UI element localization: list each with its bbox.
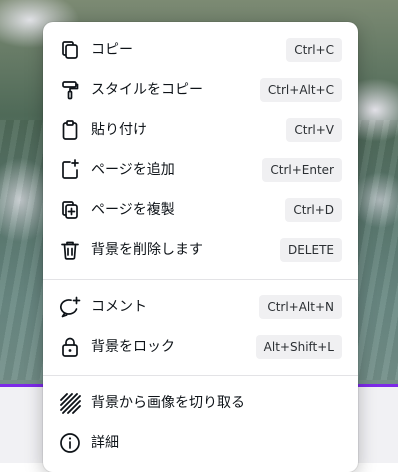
- menu-item-label: コメント: [91, 299, 147, 315]
- duplicate-page-icon: [58, 198, 82, 222]
- menu-item-label: コピー: [91, 42, 133, 58]
- shortcut-badge: Ctrl+Enter: [262, 158, 342, 182]
- menu-item-copy[interactable]: コピー Ctrl+C: [43, 30, 358, 70]
- shortcut-badge: Alt+Shift+L: [255, 335, 342, 359]
- menu-item-label: ページを追加: [91, 162, 175, 178]
- menu-divider: [43, 279, 358, 280]
- menu-item-label: 貼り付け: [91, 122, 147, 138]
- menu-item-comment[interactable]: コメント Ctrl+Alt+N: [43, 287, 358, 327]
- menu-item-label: ページを複製: [91, 202, 175, 218]
- menu-divider: [43, 375, 358, 376]
- paint-roller-icon: [58, 78, 82, 102]
- copy-icon: [58, 38, 82, 62]
- menu-item-label: 詳細: [91, 435, 119, 451]
- menu-item-lock-background[interactable]: 背景をロック Alt+Shift+L: [43, 327, 358, 367]
- menu-item-label: 背景から画像を切り取る: [91, 395, 245, 411]
- menu-item-paste[interactable]: 貼り付け Ctrl+V: [43, 110, 358, 150]
- menu-item-label: 背景を削除します: [91, 242, 203, 258]
- menu-item-copy-style[interactable]: スタイルをコピー Ctrl+Alt+C: [43, 70, 358, 110]
- trash-icon: [58, 238, 82, 262]
- shortcut-badge: Ctrl+C: [286, 38, 342, 62]
- comment-add-icon: [58, 295, 82, 319]
- shortcut-badge: Ctrl+Alt+N: [259, 295, 342, 319]
- shortcut-badge: Ctrl+Alt+C: [259, 78, 342, 102]
- menu-item-details[interactable]: 詳細: [43, 423, 358, 463]
- shortcut-badge: Ctrl+D: [285, 198, 342, 222]
- menu-item-delete-background[interactable]: 背景を削除します DELETE: [43, 230, 358, 270]
- add-page-icon: [58, 158, 82, 182]
- menu-item-label: 背景をロック: [91, 339, 175, 355]
- lock-icon: [58, 335, 82, 359]
- clipboard-icon: [58, 118, 82, 142]
- menu-item-duplicate-page[interactable]: ページを複製 Ctrl+D: [43, 190, 358, 230]
- menu-item-label: スタイルをコピー: [91, 82, 203, 98]
- striped-crop-icon: [58, 391, 82, 415]
- shortcut-badge: DELETE: [279, 238, 342, 262]
- shortcut-badge: Ctrl+V: [286, 118, 342, 142]
- info-icon: [58, 431, 82, 455]
- menu-item-add-page[interactable]: ページを追加 Ctrl+Enter: [43, 150, 358, 190]
- menu-item-detach-image[interactable]: 背景から画像を切り取る: [43, 383, 358, 423]
- context-menu: コピー Ctrl+C スタイルをコピー Ctrl+Alt+C 貼り付け Ctrl…: [43, 22, 358, 472]
